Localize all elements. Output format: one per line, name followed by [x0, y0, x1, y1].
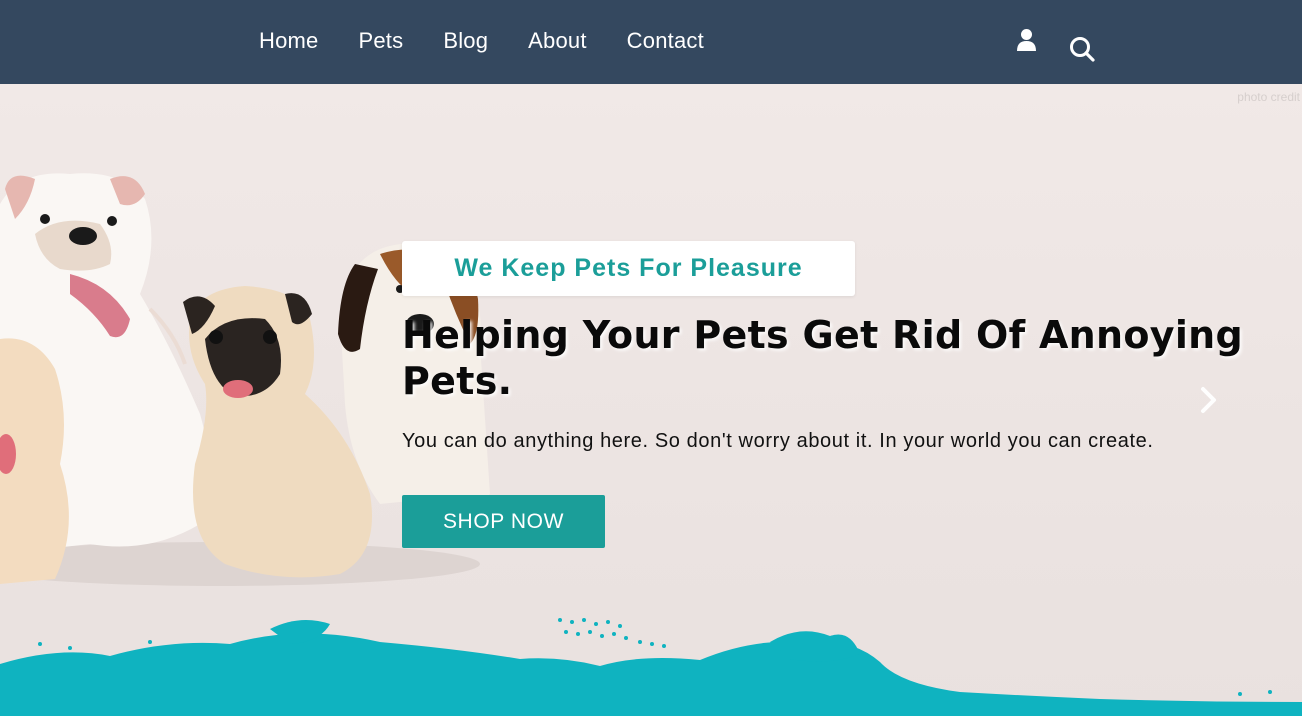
nav-item-about[interactable]: About — [528, 28, 587, 54]
user-icon[interactable] — [1016, 28, 1037, 57]
main-nav: Home Pets Blog About Contact — [259, 28, 744, 54]
hero-tagline: We Keep Pets For Pleasure — [454, 254, 803, 282]
top-navbar: Home Pets Blog About Contact — [0, 0, 1302, 84]
tagline-box: We Keep Pets For Pleasure — [402, 241, 855, 296]
hero-headline: Helping Your Pets Get Rid Of Annoying Pe… — [402, 313, 1244, 403]
shop-now-button[interactable]: SHOP NOW — [402, 495, 605, 548]
nav-item-blog[interactable]: Blog — [443, 28, 488, 54]
nav-item-pets[interactable]: Pets — [359, 28, 404, 54]
nav-item-contact[interactable]: Contact — [627, 28, 704, 54]
search-icon[interactable] — [1069, 36, 1095, 67]
nav-item-home[interactable]: Home — [259, 28, 319, 54]
paint-splash-decoration — [0, 618, 1302, 716]
hero-slider: photo credit We Keep Pets For Pleasure H… — [0, 84, 1302, 716]
photo-credit: photo credit — [1237, 90, 1300, 104]
chevron-right-icon[interactable] — [1196, 384, 1222, 421]
hero-subtext: You can do anything here. So don't worry… — [402, 430, 1154, 452]
